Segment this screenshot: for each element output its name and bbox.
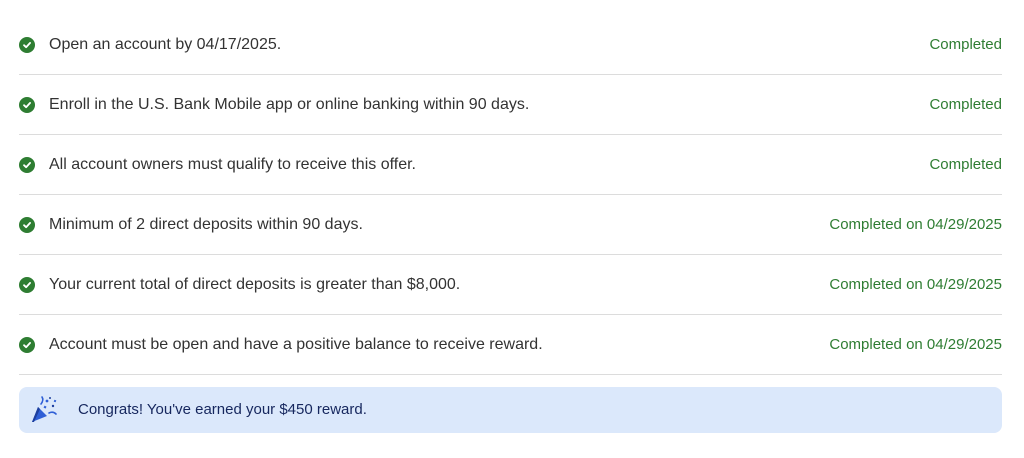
requirement-row: Your current total of direct deposits is…	[19, 255, 1002, 315]
requirement-status: Completed on 04/29/2025	[829, 336, 1002, 353]
check-circle-icon	[19, 156, 35, 173]
requirement-text: Enroll in the U.S. Bank Mobile app or on…	[49, 95, 530, 113]
check-circle-icon	[19, 276, 35, 293]
requirement-status: Completed	[929, 156, 1002, 173]
requirement-text: Minimum of 2 direct deposits within 90 d…	[49, 215, 363, 233]
requirement-row: Open an account by 04/17/2025. Completed	[19, 15, 1002, 75]
requirement-text: Account must be open and have a positive…	[49, 335, 543, 353]
reward-earned-banner: Congrats! You've earned your $450 reward…	[19, 387, 1002, 433]
requirement-row: All account owners must qualify to recei…	[19, 135, 1002, 195]
requirement-status: Completed	[929, 36, 1002, 53]
check-circle-icon	[19, 96, 35, 113]
requirement-text: All account owners must qualify to recei…	[49, 155, 416, 173]
reward-message: Congrats! You've earned your $450 reward…	[78, 401, 367, 418]
requirement-row: Enroll in the U.S. Bank Mobile app or on…	[19, 75, 1002, 135]
party-popper-icon	[29, 395, 59, 425]
check-circle-icon	[19, 36, 35, 53]
requirement-text: Open an account by 04/17/2025.	[49, 35, 282, 53]
requirement-status: Completed	[929, 96, 1002, 113]
offer-requirements-panel: Open an account by 04/17/2025. Completed…	[0, 0, 1024, 458]
requirement-row: Minimum of 2 direct deposits within 90 d…	[19, 195, 1002, 255]
check-circle-icon	[19, 336, 35, 353]
requirements-list: Open an account by 04/17/2025. Completed…	[19, 15, 1002, 375]
check-circle-icon	[19, 216, 35, 233]
requirement-row: Account must be open and have a positive…	[19, 315, 1002, 375]
requirement-status: Completed on 04/29/2025	[829, 216, 1002, 233]
requirement-status: Completed on 04/29/2025	[829, 276, 1002, 293]
requirement-text: Your current total of direct deposits is…	[49, 275, 461, 293]
